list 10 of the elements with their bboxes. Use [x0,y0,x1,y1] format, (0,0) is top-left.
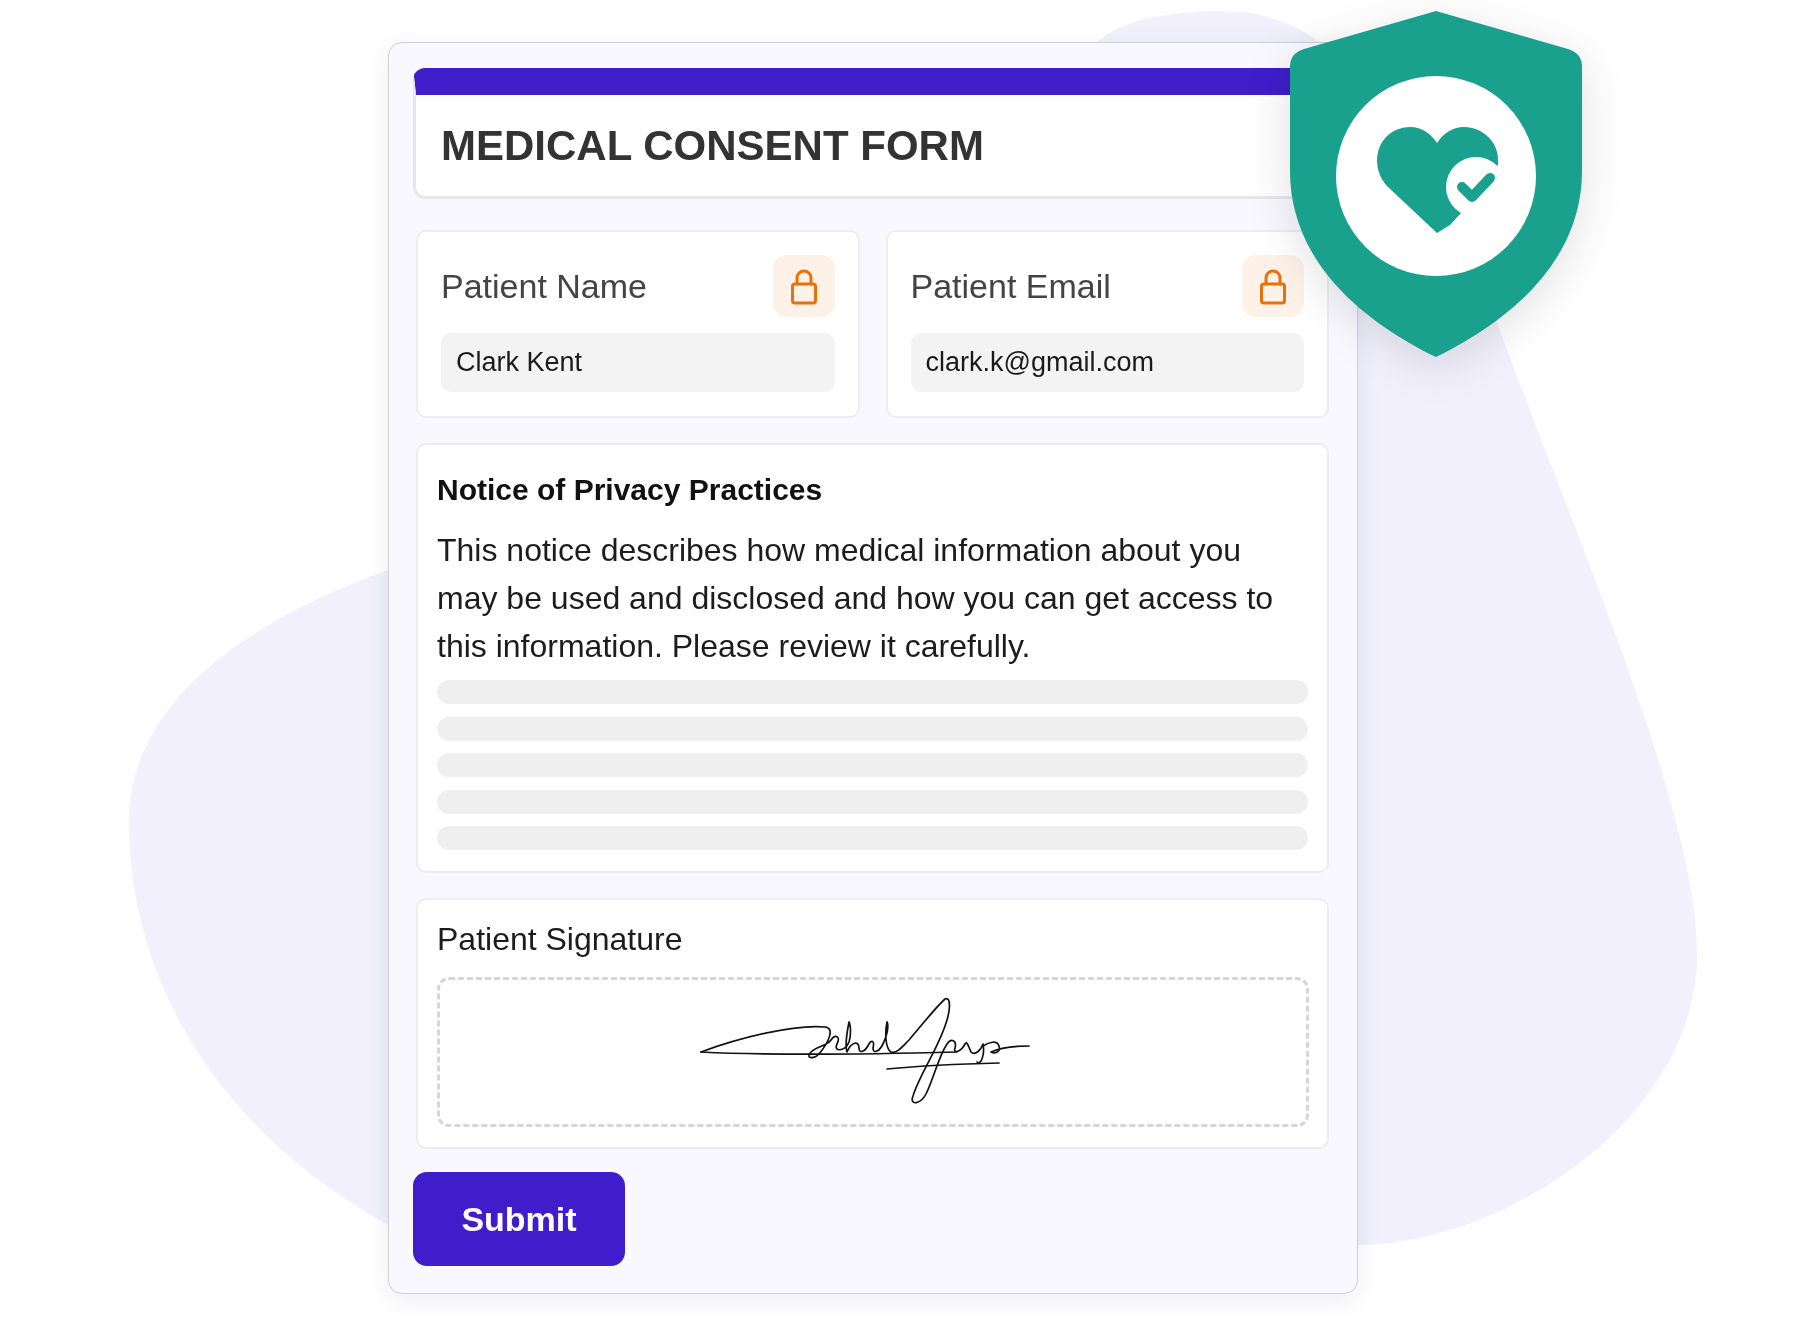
signature-field[interactable] [437,977,1309,1127]
field-label: Patient Email [910,266,1111,306]
submit-button[interactable]: Submit [413,1172,625,1266]
form-title: MEDICAL CONSENT FORM [441,121,984,170]
notice-text: This notice describes how medical information about you may be used and disclosed and how you can get access to this information. Please review it carefully. [437,531,1275,666]
notice-heading: Notice of Privacy Practices [437,472,824,508]
input-field[interactable]: clark.k@gmail.com [910,333,1304,392]
signature-label: Patient Signature [437,921,684,957]
field-label: Patient Name [441,266,647,306]
input-field[interactable]: Clark Kent [441,333,835,392]
